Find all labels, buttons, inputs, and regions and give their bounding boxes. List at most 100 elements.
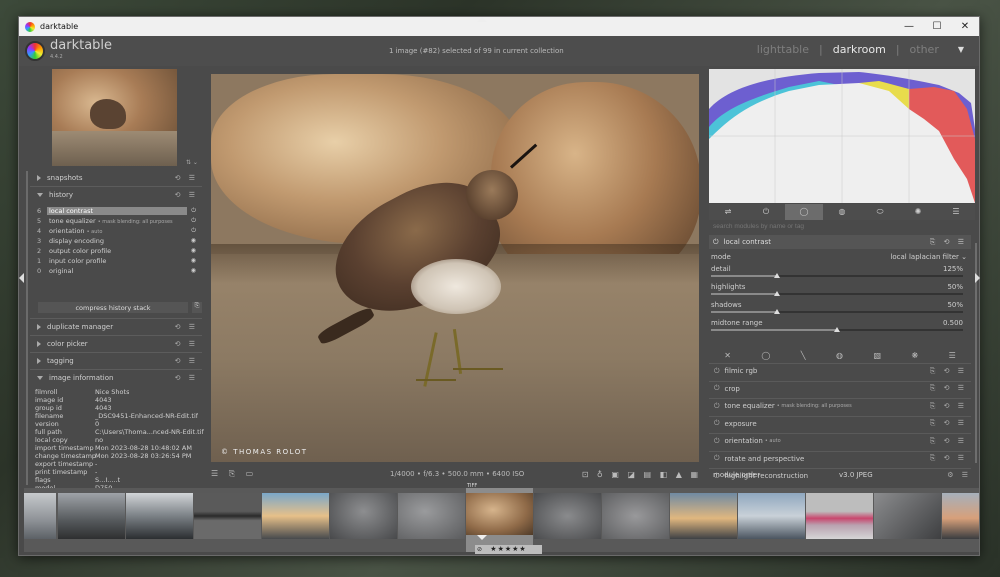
presets-menu-icon[interactable]: ☰ [937,204,975,220]
navigation-thumbnail[interactable] [52,69,177,166]
main-image[interactable]: © THOMAS ROLOT [211,74,699,462]
module-duplicate-manager[interactable]: duplicate manager ⟲ ☰ [24,320,204,334]
active-modules-tab-icon[interactable]: ⏻ [747,204,785,220]
power-icon[interactable]: ⏻ [714,419,720,428]
blend-uniform-icon[interactable]: ◯ [761,351,770,360]
history-item[interactable]: 6 local contrast ⏻ [37,206,202,215]
module-filmic-rgb[interactable]: ⏻ filmic rgb ⎘ ⟲ ☰ [709,364,971,378]
filmstrip-thumbnail[interactable] [942,493,979,539]
module-preset-icon[interactable]: ⟲ ☰ [175,174,198,182]
quick-access-icons[interactable]: ☰ ⎘ ▭ [211,469,257,479]
view-lighttable[interactable]: lighttable [757,43,809,56]
module-preset-icon[interactable]: ⎘ ⟲ ☰ [930,384,967,393]
module-rotate-and-perspective[interactable]: ⏻ rotate and perspective ⎘ ⟲ ☰ [709,452,971,466]
mode-value[interactable]: local laplacian filter ⌄ [890,253,967,261]
module-preset-icon[interactable]: ⎘ ⟲ ☰ [930,437,967,446]
module-preset-icon[interactable]: ⎘ ⟲ ☰ [930,238,967,247]
drawn-parametric-mask-icon[interactable]: ▧ [873,351,881,360]
filmstrip-thumbnail[interactable] [58,493,125,539]
compress-history-button[interactable]: compress history stack [38,302,188,313]
module-preset-icon[interactable]: ⎘ ⟲ ☰ [930,454,967,463]
module-order-row[interactable]: module order v3.0 JPEG ⚙ ☰ [713,471,971,479]
overlay-toggle-icons[interactable]: ⊡ ♁ ▣ ◪ ▤ ◧ ▲ ▦ [582,470,701,479]
module-preset-icon[interactable]: ⟲ ☰ [175,340,198,348]
rating-stars[interactable]: ★★★★★ [490,545,526,553]
parametric-mask-icon[interactable]: ◍ [836,351,843,360]
collapse-left-icon[interactable] [19,273,24,283]
view-other[interactable]: other [910,43,939,56]
filmstrip-thumbnail[interactable] [126,493,193,539]
slider-handle[interactable] [773,291,780,296]
history-item[interactable]: 4 orientation • auto ⏻ [37,226,202,235]
blend-off-icon[interactable]: ✕ [724,351,731,360]
slider-detail[interactable]: detail 125% [711,265,969,283]
slider-handle[interactable] [773,309,780,314]
module-preset-icon[interactable]: ⟲ ☰ [175,357,198,365]
history-item[interactable]: 1 input color profile ◉ [37,256,202,265]
module-preset-icon[interactable]: ⟲ ☰ [175,374,198,382]
effect-modules-tab-icon[interactable]: ✺ [899,204,937,220]
module-order-preset-icon[interactable]: ⚙ ☰ [947,471,971,479]
drawn-mask-icon[interactable]: ╲ [801,351,806,360]
raster-mask-icon[interactable]: ❋ [911,351,918,360]
filmstrip-thumbnail[interactable] [262,493,329,539]
module-history[interactable]: history ⟲ ☰ [24,188,204,202]
navigation-options-icon[interactable]: ⇅ ⌄ [186,159,198,166]
view-darkroom[interactable]: darkroom [833,43,886,56]
star-rating[interactable]: ⊘ ★★★★★ [475,545,542,554]
slider-midtone-range[interactable]: midtone range 0.500 [711,319,969,337]
module-preset-icon[interactable]: ⎘ ⟲ ☰ [930,367,967,376]
views-dropdown-icon[interactable]: ▼ [958,45,964,54]
module-tagging[interactable]: tagging ⟲ ☰ [24,354,204,368]
reject-icon[interactable]: ⊘ [477,545,483,554]
histogram[interactable] [709,69,975,203]
collapse-bottom-icon[interactable] [477,535,487,540]
blend-menu-icon[interactable]: ☰ [949,351,956,360]
module-color-picker[interactable]: color picker ⟲ ☰ [24,337,204,351]
module-preset-icon[interactable]: ⟲ ☰ [175,191,198,199]
mode-combobox[interactable]: mode local laplacian filter ⌄ [711,253,967,261]
quick-access-tab-icon[interactable]: ⇌ [709,204,747,220]
slider-shadows[interactable]: shadows 50% [711,301,969,319]
slider-handle[interactable] [834,327,840,332]
filmstrip-thumbnail[interactable] [670,493,737,539]
filmstrip-thumbnail[interactable] [330,493,397,539]
power-icon[interactable]: ⏻ [714,384,720,393]
filmstrip-thumbnail[interactable] [398,493,465,539]
collapse-top-icon[interactable] [477,17,487,22]
filmstrip-thumbnail[interactable] [806,493,873,539]
module-crop[interactable]: ⏻ crop ⎘ ⟲ ☰ [709,382,971,396]
module-local-contrast-header[interactable]: ⏻ local contrast ⎘ ⟲ ☰ [709,235,971,249]
slider-handle[interactable] [773,273,780,278]
power-icon[interactable]: ⏻ [714,402,720,411]
collapse-right-icon[interactable] [975,273,980,283]
module-exposure[interactable]: ⏻ exposure ⎘ ⟲ ☰ [709,417,971,431]
module-preset-icon[interactable]: ⎘ ⟲ ☰ [930,402,967,411]
slider-highlights[interactable]: highlights 50% [711,283,969,301]
module-preset-icon[interactable]: ⟲ ☰ [175,323,198,331]
filmstrip-thumbnail[interactable] [738,493,805,539]
module-search-input[interactable] [709,221,975,233]
module-snapshots[interactable]: snapshots ⟲ ☰ [24,171,204,185]
filmstrip-thumbnail-selected[interactable] [466,488,533,552]
module-image-information[interactable]: image information ⟲ ☰ [24,371,204,385]
color-modules-tab-icon[interactable]: ◍ [823,204,861,220]
history-item[interactable]: 5 tone equalizer • mask blending: all pu… [37,216,202,225]
history-item[interactable]: 0 original ◉ [37,266,202,275]
module-preset-icon[interactable]: ⎘ ⟲ ☰ [930,419,967,428]
filmstrip-thumbnail[interactable] [602,493,669,539]
module-tone-equalizer[interactable]: ⏻ tone equalizer • mask blending: all purp… [709,399,971,413]
power-icon[interactable]: ⏻ [714,437,720,446]
history-item[interactable]: 3 display encoding ◉ [37,236,202,245]
power-icon[interactable]: ⏻ [713,238,719,247]
history-item[interactable]: 2 output color profile ◉ [37,246,202,255]
power-icon[interactable]: ⏻ [714,454,720,463]
power-icon[interactable]: ⏻ [714,367,720,376]
copy-history-icon[interactable]: ⎘ [192,302,202,313]
module-orientation[interactable]: ⏻ orientation • auto ⎘ ⟲ ☰ [709,434,971,448]
filmstrip-thumbnail[interactable] [194,493,261,539]
base-modules-tab-icon[interactable]: ◯ [785,204,823,220]
correct-modules-tab-icon[interactable]: ⬭ [861,204,899,220]
maximize-button[interactable]: ☐ [923,17,951,36]
filmstrip-thumbnail[interactable] [874,493,941,539]
